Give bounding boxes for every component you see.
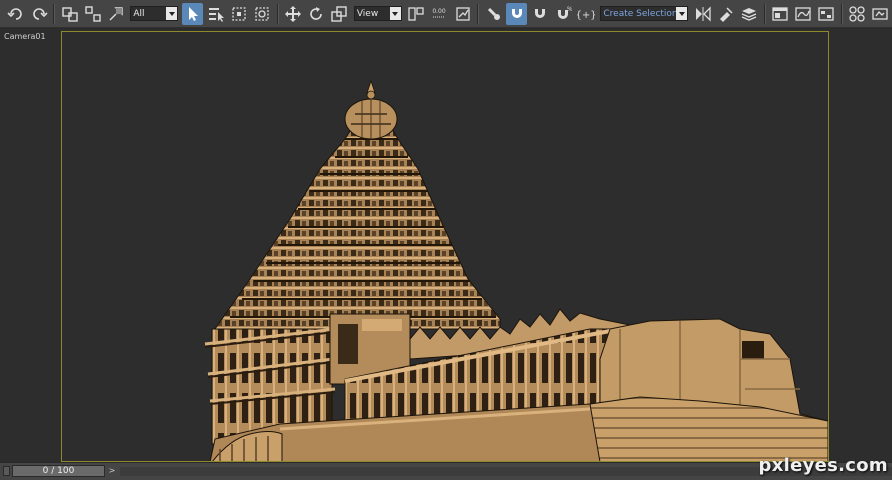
reference-coordinate-dropdown[interactable]: View <box>353 6 402 21</box>
bind-spacewarp-icon[interactable] <box>105 3 126 25</box>
main-toolbar: All View 0.00 % {+} Create Selection Set <box>0 0 892 28</box>
percent-snap-icon[interactable]: % <box>552 3 573 25</box>
rotate-icon[interactable] <box>306 3 327 25</box>
viewport-label[interactable]: Camera01 <box>4 32 46 41</box>
chevron-down-icon <box>389 7 401 20</box>
undo-icon[interactable] <box>5 3 26 25</box>
redo-icon[interactable] <box>28 3 49 25</box>
svg-text:{+}: {+} <box>577 10 595 21</box>
material-editor-icon[interactable] <box>847 3 868 25</box>
toolbar-separator <box>477 3 479 24</box>
watermark-text: pxleyes.com <box>758 455 888 476</box>
curve-editor-icon[interactable] <box>793 3 814 25</box>
angle-snap-icon[interactable] <box>529 3 550 25</box>
numeric-value-text: 0.00 <box>433 8 447 15</box>
named-selection-placeholder: Create Selection Set <box>603 8 677 19</box>
chevron-down-icon <box>676 7 688 20</box>
toolbar-separator <box>840 3 843 24</box>
safe-frame <box>61 31 829 462</box>
selection-filter-dropdown[interactable]: All <box>130 6 179 21</box>
window-crossing-icon[interactable] <box>252 3 273 25</box>
camera-viewport[interactable]: Camera01 <box>0 29 892 462</box>
time-slider-left-handle[interactable] <box>3 466 10 476</box>
frame-display: 0 / 100 <box>42 466 75 476</box>
snaps-toggle-icon[interactable] <box>506 2 528 25</box>
rect-selection-region-icon[interactable] <box>228 3 249 25</box>
scale-icon[interactable] <box>329 3 350 25</box>
numeric-value-display[interactable]: 0.00 <box>429 3 450 25</box>
spinner-snap-icon[interactable]: {+} <box>575 3 596 25</box>
named-selection-sets-dropdown[interactable]: Create Selection Set <box>600 6 689 21</box>
align-icon[interactable] <box>715 3 736 25</box>
time-slider[interactable]: 0 / 100 <box>12 465 105 477</box>
select-manipulate-icon[interactable] <box>452 3 473 25</box>
svg-text:%: % <box>567 6 572 13</box>
use-pivot-center-icon[interactable] <box>406 3 427 25</box>
chevron-right-icon[interactable]: > <box>107 466 117 476</box>
selection-filter-value: All <box>133 8 145 19</box>
reference-coordinate-value: View <box>356 8 379 19</box>
layer-manager-icon[interactable] <box>739 3 760 25</box>
unlink-icon[interactable] <box>82 3 103 25</box>
toolbar-separator <box>763 3 766 24</box>
select-object-icon[interactable] <box>182 2 204 25</box>
mirror-icon[interactable] <box>692 3 713 25</box>
select-link-icon[interactable] <box>59 3 80 25</box>
schematic-view-icon[interactable] <box>816 3 837 25</box>
toolbar-separator <box>276 3 279 24</box>
select-by-name-icon[interactable] <box>205 3 226 25</box>
render-setup-icon[interactable] <box>870 3 891 25</box>
graphite-modeling-icon[interactable] <box>770 3 791 25</box>
move-icon[interactable] <box>283 3 304 25</box>
toolbar-separator <box>53 3 56 24</box>
chevron-down-icon <box>166 7 178 20</box>
keyboard-shortcut-override-icon[interactable] <box>483 3 504 25</box>
